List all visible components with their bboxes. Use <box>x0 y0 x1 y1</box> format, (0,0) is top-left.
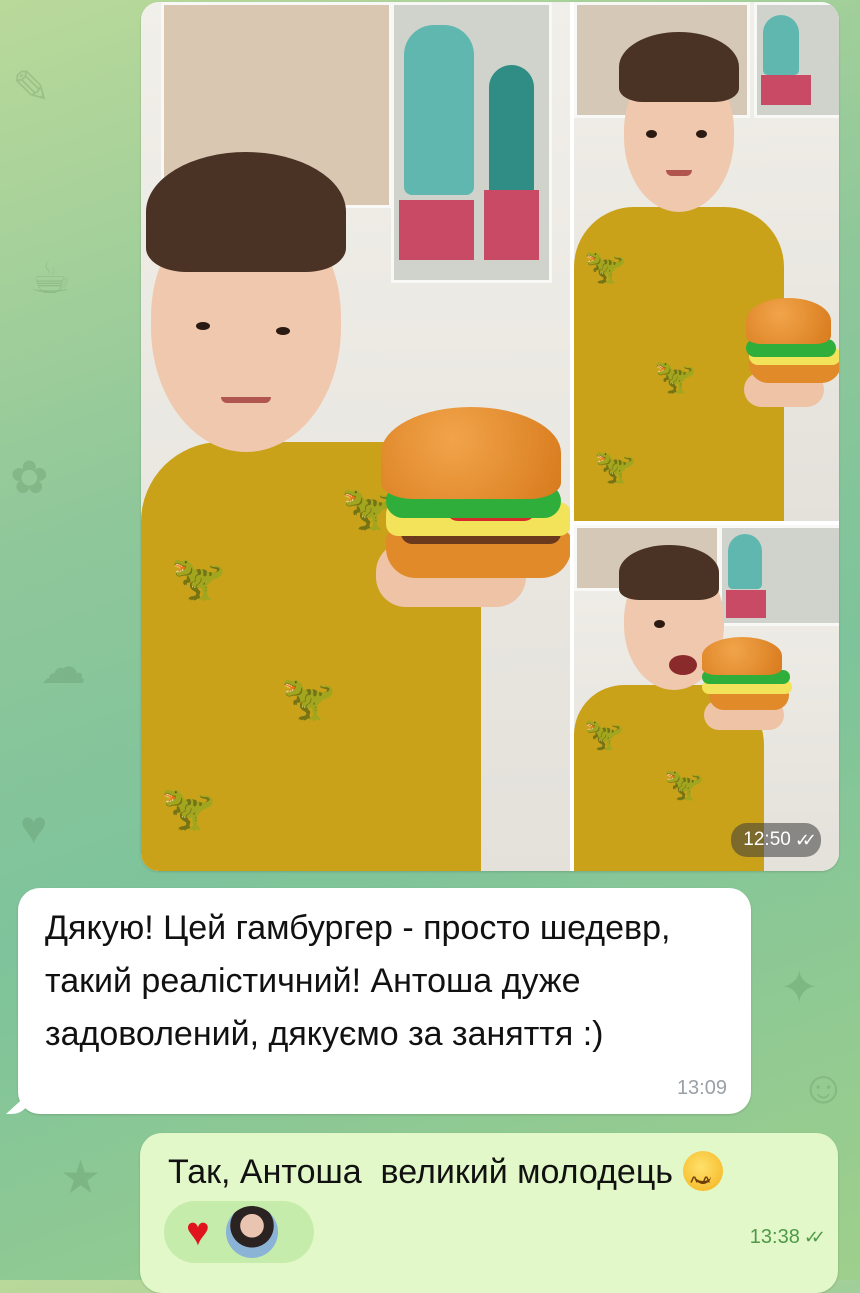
outgoing-message-status: 13:38 ✓✓ <box>749 1226 826 1249</box>
album-time: 12:50 <box>743 829 791 850</box>
photo-boy-holding-burger-large[interactable]: 🦖 🦖 🦖 🦖 <box>141 2 570 871</box>
photo-boy-holding-burger-small[interactable]: 🦖 🦖 🦖 <box>574 2 839 521</box>
photo-boy-biting-burger[interactable]: 🦖 🦖 <box>574 525 839 871</box>
incoming-message[interactable]: Дякую! Цей гамбургер - просто шедевр, та… <box>6 888 751 1114</box>
outgoing-message-time: 13:38 <box>749 1226 800 1248</box>
incoming-message-time: 13:09 <box>676 1077 727 1099</box>
avatar[interactable] <box>225 1206 278 1258</box>
album-time-badge: 12:50 ✓✓ <box>731 823 821 857</box>
smiling-face-emoji-icon <box>683 1151 724 1206</box>
double-check-icon: ✓✓ <box>794 829 817 850</box>
outgoing-message-text: Так, Антоша великий молодець <box>168 1147 724 1206</box>
photo-album-message[interactable]: 🦖 🦖 🦖 🦖 🦖 🦖 🦖 🦖 🦖 12:50 ✓✓ <box>141 2 839 871</box>
outgoing-message[interactable]: Так, Антоша великий молодець ♥ 13:38 ✓✓ <box>140 1133 838 1293</box>
outgoing-message-text-content: Так, Антоша великий молодець <box>168 1153 674 1191</box>
incoming-message-text: Дякую! Цей гамбургер - просто шедевр, та… <box>45 909 671 1053</box>
double-check-icon: ✓✓ <box>803 1227 826 1247</box>
reaction-pill[interactable]: ♥ <box>164 1201 314 1263</box>
heart-icon: ♥ <box>186 1210 210 1254</box>
